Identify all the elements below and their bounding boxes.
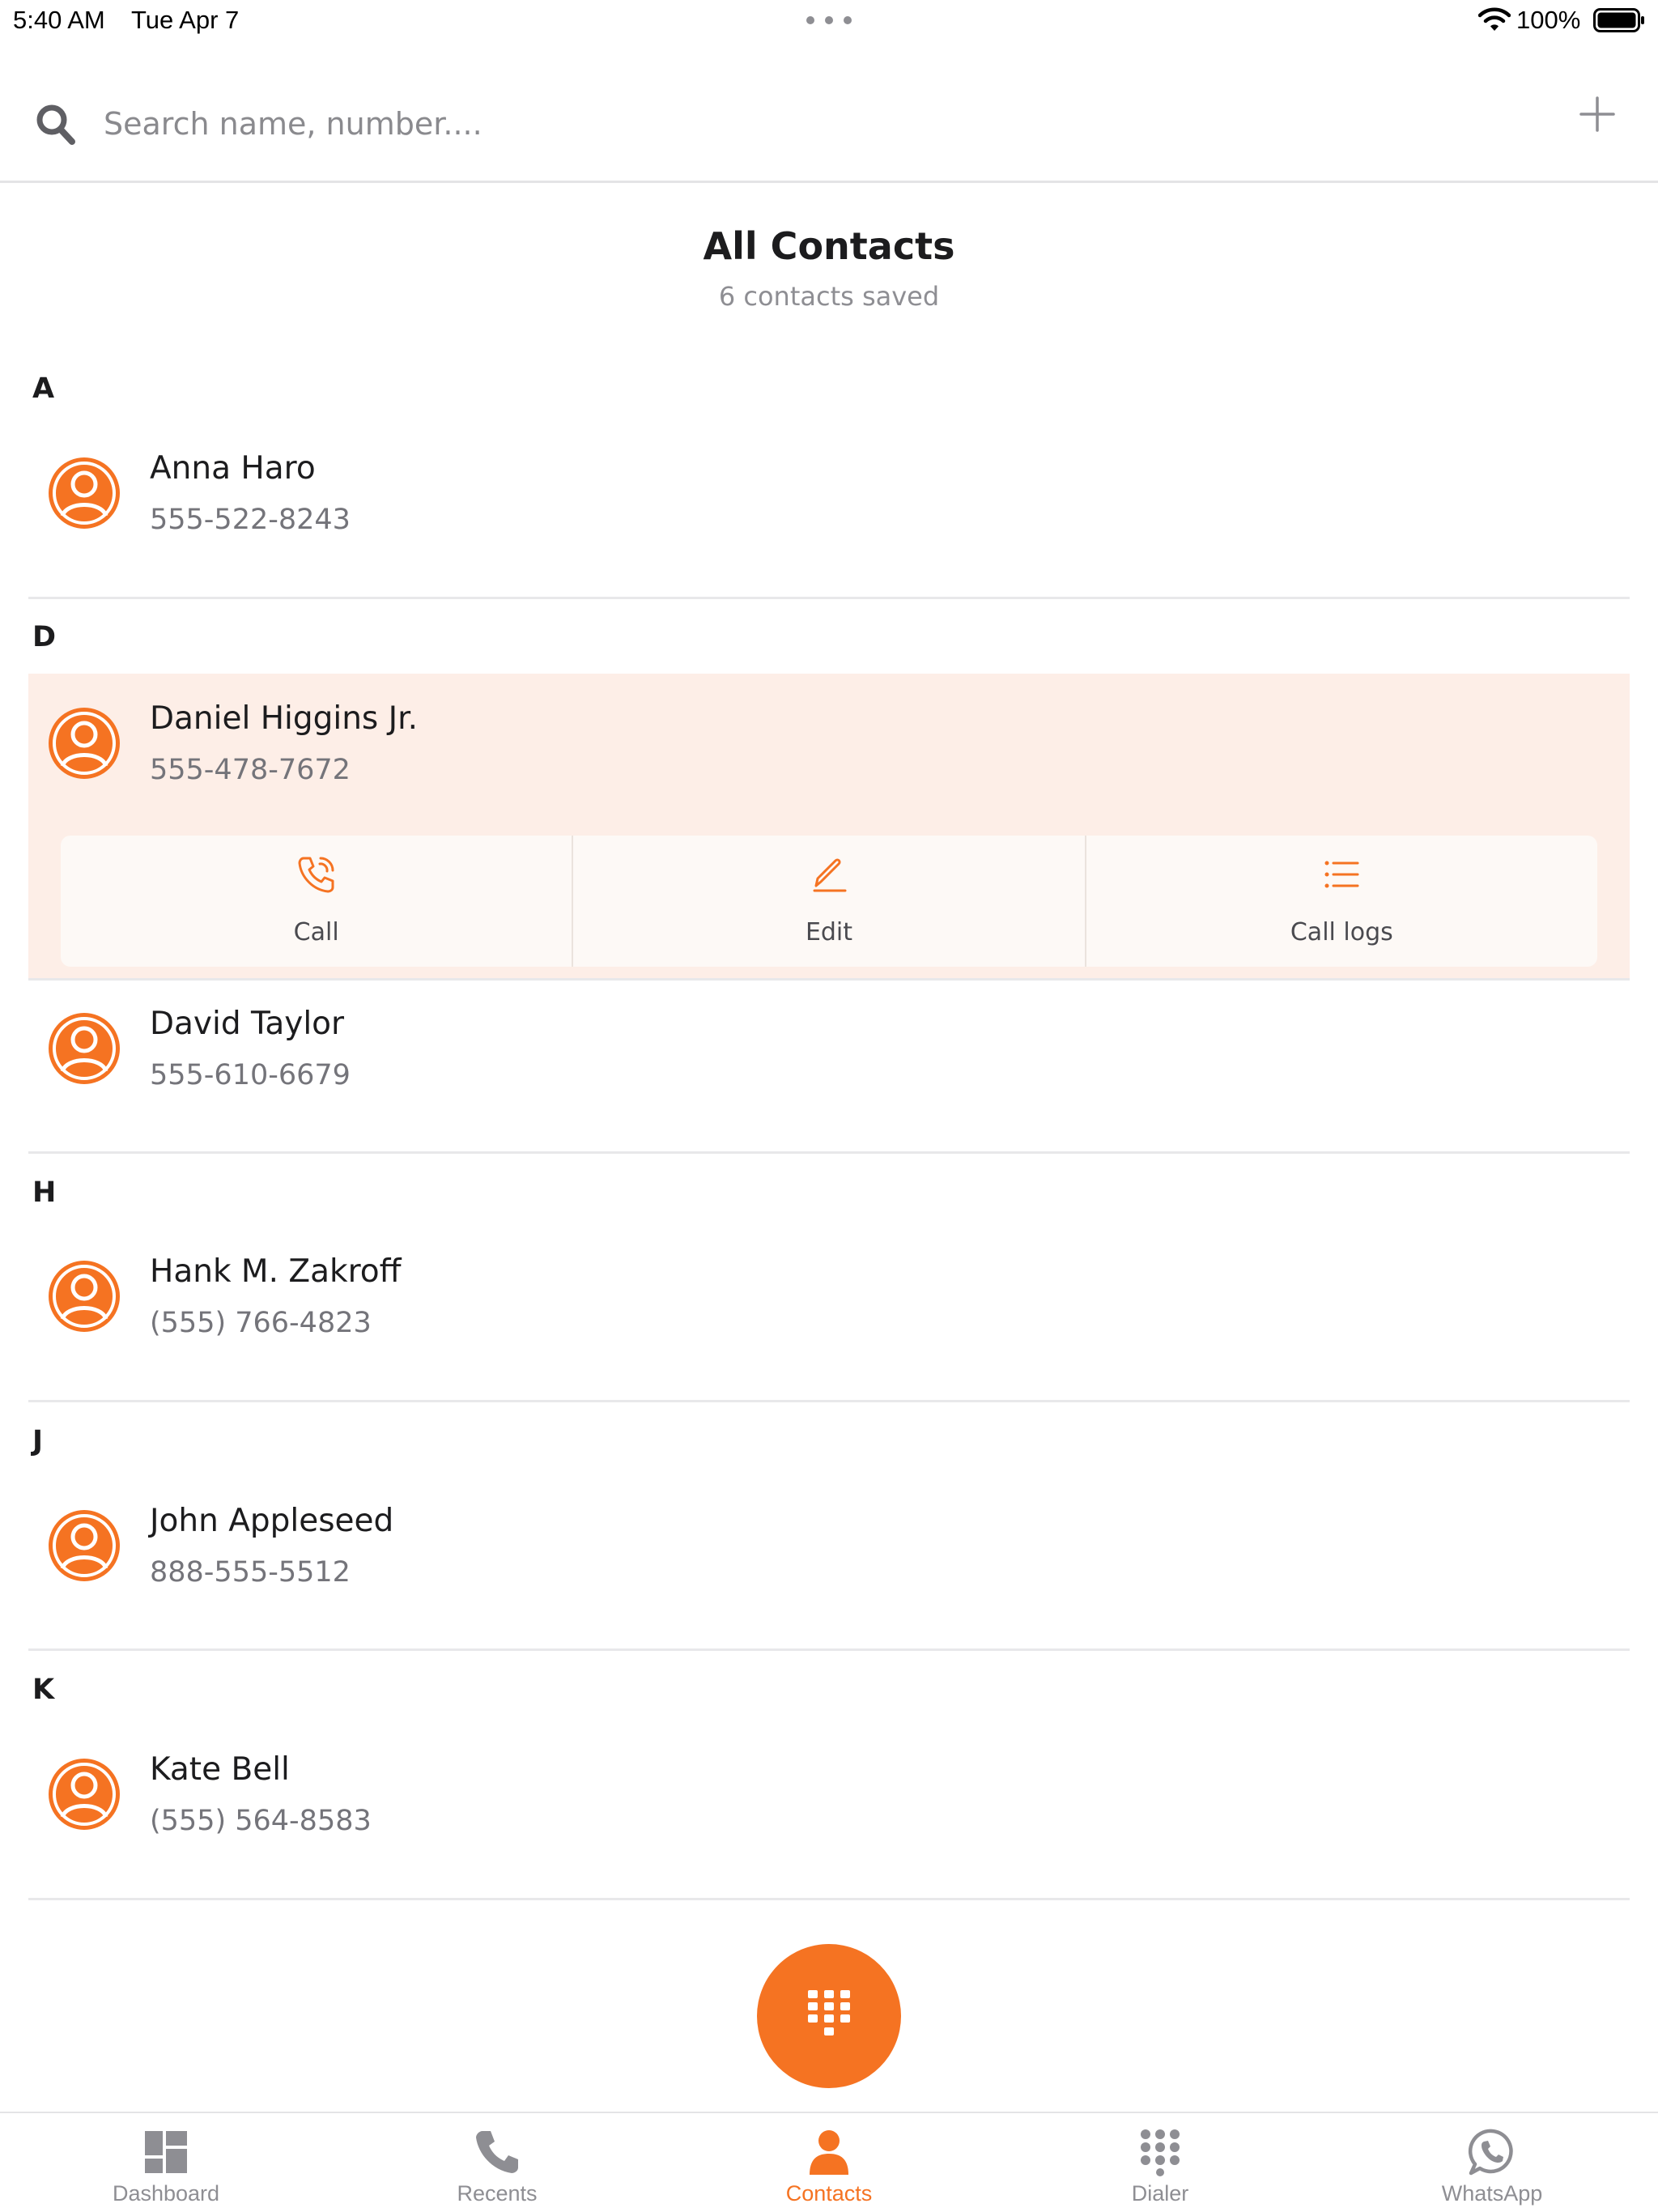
contact-phone: (555) 564-8583 (150, 1805, 372, 1837)
wifi-icon (1478, 7, 1511, 31)
status-date: Tue Apr 7 (131, 6, 240, 34)
person-icon (53, 1265, 116, 1328)
pencil-icon (813, 858, 847, 892)
edit-label: Edit (805, 918, 853, 946)
tab-contacts[interactable]: Contacts (663, 2113, 995, 2212)
section-header-a: A (32, 372, 55, 405)
edit-button[interactable]: Edit (573, 836, 1086, 967)
contact-phone: 888-555-5512 (150, 1556, 351, 1589)
tab-recents[interactable]: Recents (331, 2113, 663, 2212)
contact-name: David Taylor (150, 1006, 345, 1042)
contact-row[interactable]: John Appleseed 888-555-5512 (28, 1474, 1630, 1636)
whatsapp-icon (1468, 2129, 1513, 2176)
call-button[interactable]: Call (61, 836, 574, 967)
add-contact-icon[interactable] (1579, 96, 1616, 133)
tab-label: Dialer (1131, 2181, 1189, 2206)
avatar (49, 1013, 120, 1084)
contact-actions: Call Edit Call logs (61, 836, 1597, 967)
avatar (49, 708, 120, 779)
section-header-h: H (32, 1176, 57, 1209)
person-icon (53, 1017, 116, 1080)
dialpad-fab-button[interactable] (757, 1944, 901, 2088)
contact-phone: (555) 766-4823 (150, 1307, 372, 1339)
search-icon (36, 104, 75, 145)
call-logs-label: Call logs (1290, 918, 1393, 946)
contact-row[interactable]: Anna Haro 555-522-8243 (28, 421, 1630, 567)
section-header-d: D (32, 621, 57, 653)
contact-name: Daniel Higgins Jr. (150, 700, 419, 737)
divider (28, 1151, 1630, 1154)
contact-phone: 555-478-7672 (150, 754, 351, 786)
divider (28, 1400, 1630, 1402)
tab-label: WhatsApp (1441, 2181, 1543, 2206)
contact-name: Kate Bell (150, 1751, 290, 1788)
search-input[interactable] (102, 97, 1482, 151)
tab-label: Recents (457, 2181, 538, 2206)
search-bar (0, 73, 1658, 183)
phone-icon (476, 2131, 518, 2173)
contacts-count: 6 contacts saved (718, 281, 940, 312)
contact-phone: 555-522-8243 (150, 504, 351, 536)
divider (28, 1648, 1630, 1651)
tab-dialer[interactable]: Dialer (994, 2113, 1326, 2212)
call-label: Call (293, 918, 339, 946)
contact-phone: 555-610-6679 (150, 1059, 351, 1091)
person-icon (53, 712, 116, 775)
status-time: 5:40 AM (13, 6, 105, 34)
phone-call-icon (298, 857, 334, 893)
contact-name: Anna Haro (150, 450, 316, 487)
contact-name: John Appleseed (150, 1503, 394, 1539)
call-logs-button[interactable]: Call logs (1086, 836, 1597, 967)
contact-row-selected[interactable]: Daniel Higgins Jr. 555-478-7672 Call Edi… (28, 674, 1630, 978)
keypad-icon (1141, 2129, 1180, 2176)
person-icon (53, 1763, 116, 1826)
contact-row[interactable]: Hank M. Zakroff (555) 766-4823 (28, 1224, 1630, 1386)
person-icon (810, 2130, 848, 2175)
page-title: All Contacts (703, 224, 955, 268)
avatar (49, 1261, 120, 1332)
section-header-j: J (32, 1425, 44, 1457)
battery-percent: 100% (1516, 6, 1581, 34)
tab-whatsapp[interactable]: WhatsApp (1326, 2113, 1658, 2212)
contacts-heading: All Contacts 6 contacts saved (0, 220, 1658, 314)
list-icon (1324, 861, 1359, 888)
divider (28, 1898, 1630, 1900)
keypad-icon (808, 1990, 850, 2035)
dashboard-icon (145, 2131, 187, 2173)
tab-bar: Dashboard Recents Contacts Dialer WhatsA… (0, 2112, 1658, 2212)
contact-row[interactable]: David Taylor 555-610-6679 (28, 980, 1630, 1142)
divider (28, 597, 1630, 599)
status-bar: 5:40 AM Tue Apr 7 100% (0, 0, 1658, 40)
avatar (49, 1510, 120, 1581)
tab-label: Dashboard (112, 2181, 220, 2206)
contact-name: Hank M. Zakroff (150, 1253, 402, 1290)
section-header-k: K (32, 1674, 55, 1706)
more-dots-icon[interactable] (806, 16, 852, 24)
avatar (49, 1759, 120, 1830)
battery-icon (1593, 8, 1644, 32)
person-icon (53, 1514, 116, 1577)
person-icon (53, 462, 116, 525)
tab-label: Contacts (785, 2181, 873, 2206)
tab-dashboard[interactable]: Dashboard (0, 2113, 332, 2212)
avatar (49, 457, 120, 529)
contact-row[interactable]: Kate Bell (555) 564-8583 (28, 1722, 1630, 1884)
